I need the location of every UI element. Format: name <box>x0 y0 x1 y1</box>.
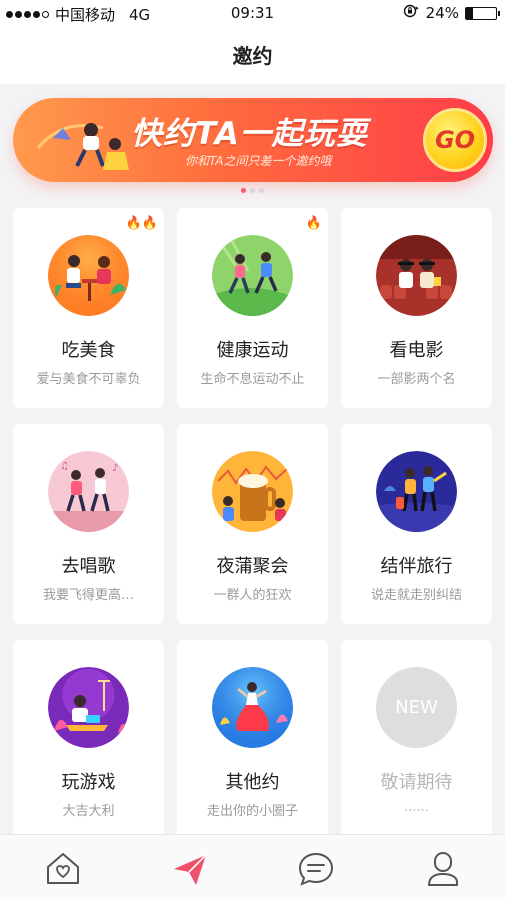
category-desc: 我要飞得更高… <box>42 588 134 603</box>
category-name: 结伴旅行 <box>380 556 453 577</box>
category-card-gaming[interactable]: 玩游戏 大吉大利 <box>13 640 164 840</box>
category-name: 看电影 <box>389 340 444 361</box>
bottom-tab-bar <box>0 834 505 900</box>
category-name: 健康运动 <box>216 340 289 361</box>
category-desc: ...... <box>404 800 429 815</box>
status-right: 24% <box>402 4 500 22</box>
category-card-food[interactable]: 🔥🔥 吃美食 爱与美食不可辜负 <box>13 208 164 408</box>
category-name: 夜蒲聚会 <box>216 556 289 577</box>
category-name: 玩游戏 <box>61 772 116 793</box>
pager-dot[interactable] <box>241 188 246 193</box>
home-heart-icon <box>47 853 79 884</box>
profile-icon <box>428 852 458 886</box>
category-card-other[interactable]: 其他约 走出你的小圈子 <box>177 640 328 840</box>
category-desc: 一部影两个名 <box>377 372 456 387</box>
category-desc: 走出你的小圈子 <box>206 804 298 819</box>
status-bar: 中国移动 4G 09:31 24% <box>0 0 505 28</box>
banner-title: 快约TA一起玩耍 <box>131 116 368 152</box>
hot-fire-icon: 🔥 <box>305 216 322 231</box>
category-name: 其他约 <box>225 772 280 793</box>
gaming-icon <box>48 667 129 748</box>
dining-couple-icon <box>48 235 129 316</box>
category-card-coming-soon: NEW 敬请期待 ...... <box>341 640 492 840</box>
pager-dot[interactable] <box>250 188 255 193</box>
svg-text:♫: ♫ <box>60 461 69 472</box>
category-desc: 爱与美食不可辜负 <box>36 372 141 387</box>
category-card-karaoke[interactable]: ♪ ♫ 去唱歌 我要飞得更高… <box>13 424 164 624</box>
movie-theater-icon <box>376 235 457 316</box>
pager-dot[interactable] <box>259 188 264 193</box>
chat-bubble-icon <box>298 852 334 886</box>
new-placeholder-icon: NEW <box>376 667 457 748</box>
banner-subtitle: 你和TA之间只差一个邀约哦 <box>185 154 332 168</box>
category-desc: 一群人的狂欢 <box>213 588 292 603</box>
category-card-party[interactable]: 夜蒲聚会 一群人的狂欢 <box>177 424 328 624</box>
hot-fire-icon: 🔥🔥 <box>125 216 158 231</box>
battery-icon <box>465 6 500 20</box>
banner-pager <box>0 188 505 193</box>
party-beer-icon <box>212 451 293 532</box>
svg-text:♪: ♪ <box>112 463 118 474</box>
page-title: 邀约 <box>0 28 505 84</box>
promo-banner[interactable]: 快约TA一起玩耍 你和TA之间只差一个邀约哦 GO <box>13 98 493 182</box>
category-name: 吃美食 <box>61 340 116 361</box>
paper-plane-icon <box>174 854 207 885</box>
category-desc: 大吉大利 <box>62 804 115 819</box>
tab-home[interactable] <box>43 849 83 889</box>
category-name: 去唱歌 <box>61 556 116 577</box>
tab-profile[interactable] <box>423 849 463 889</box>
singing-couple-icon: ♪ ♫ <box>48 451 129 532</box>
orientation-lock-icon <box>402 4 420 22</box>
category-desc: 说走就走别纠结 <box>370 588 462 603</box>
category-card-travel[interactable]: 结伴旅行 说走就走别纠结 <box>341 424 492 624</box>
running-couple-icon <box>212 235 293 316</box>
go-button[interactable]: GO <box>423 108 487 172</box>
tab-messages[interactable] <box>296 849 336 889</box>
tab-invite[interactable] <box>170 849 210 889</box>
battery-percent: 24% <box>425 4 459 22</box>
category-desc: 生命不息运动不止 <box>200 372 305 387</box>
travel-couple-icon <box>376 451 457 532</box>
dancing-woman-icon <box>212 667 293 748</box>
banner-couple-illustration <box>36 123 129 170</box>
category-name: 敬请期待 <box>380 772 453 793</box>
category-card-movie[interactable]: 看电影 一部影两个名 <box>341 208 492 408</box>
category-card-sports[interactable]: 🔥 健康运动 生命不息运动不止 <box>177 208 328 408</box>
